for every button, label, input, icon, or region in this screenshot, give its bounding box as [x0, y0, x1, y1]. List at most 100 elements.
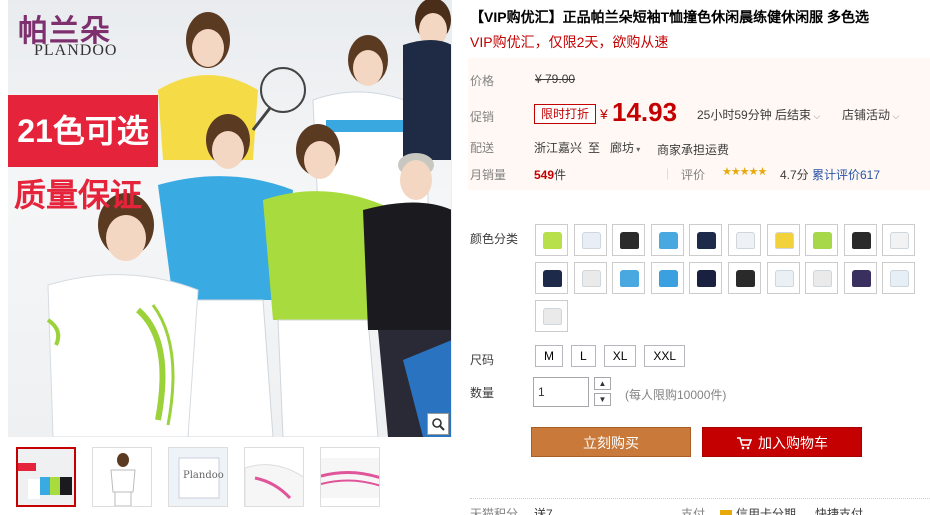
shirt-thumbnail	[581, 232, 601, 249]
sales-label: 月销量	[470, 168, 507, 182]
sales-value: 549	[534, 168, 555, 182]
shirt-thumbnail	[620, 270, 640, 287]
color-swatch[interactable]	[650, 224, 684, 256]
credit-card-icon	[720, 510, 732, 515]
product-subtitle: VIP购优汇，仅限2天，欲购从速	[470, 34, 669, 50]
original-price: ¥ 79.00	[535, 72, 576, 86]
divider: |	[666, 166, 670, 180]
quantity-up-button[interactable]: ▲	[594, 377, 611, 390]
rating-stars-icon: ★★★★★	[722, 166, 767, 178]
buy-now-button[interactable]: 立刻购买	[531, 427, 691, 457]
reviews-link[interactable]: 累计评价617	[812, 166, 880, 183]
size-option[interactable]: XL	[603, 345, 637, 367]
free-shipping-text: 商家承担运费	[657, 143, 730, 157]
thumbnail-3[interactable]: Plandoo	[168, 447, 228, 507]
brand-logo-en: PLANDOO	[34, 42, 118, 59]
current-price: 14.93	[612, 97, 678, 127]
countdown-text: 25小时59分钟 后结束	[697, 108, 812, 122]
color-swatch[interactable]	[882, 224, 916, 256]
size-option[interactable]: M	[535, 345, 563, 367]
color-swatch[interactable]	[843, 262, 877, 294]
color-swatch[interactable]	[612, 224, 646, 256]
color-swatch[interactable]	[612, 262, 646, 294]
color-swatch[interactable]	[766, 224, 800, 256]
shirt-thumbnail	[543, 308, 562, 325]
ship-to-dropdown[interactable]: 廊坊 ▾	[610, 139, 640, 156]
color-swatch[interactable]	[573, 224, 607, 256]
color-swatch[interactable]	[728, 262, 761, 294]
size-options: M L XL XXL	[535, 345, 686, 367]
thumbnail-2[interactable]	[92, 447, 152, 507]
color-swatch[interactable]	[535, 300, 568, 332]
thumbnail-strip: Plandoo	[16, 447, 380, 507]
color-swatch[interactable]	[805, 262, 839, 294]
size-option[interactable]: L	[571, 345, 596, 367]
color-swatch[interactable]	[728, 224, 761, 256]
color-swatch[interactable]	[573, 262, 607, 294]
cart-icon	[737, 437, 753, 450]
thumbnail-1[interactable]	[16, 447, 76, 507]
shop-activity-dropdown[interactable]: 店铺活动 ⌵	[842, 106, 899, 123]
add-to-cart-button[interactable]: 加入购物车	[702, 427, 862, 457]
color-label: 颜色分类	[470, 232, 519, 246]
quantity-down-button[interactable]: ▼	[594, 393, 611, 406]
shirt-thumbnail	[813, 270, 833, 287]
shipping-label: 配送	[470, 141, 495, 155]
color-swatch[interactable]	[650, 262, 684, 294]
bottom-row: 天猫积分 送7 支付 信用卡分期 快捷支付	[470, 498, 930, 515]
rating-label: 评价	[681, 168, 706, 182]
thumbnail-4[interactable]	[244, 447, 304, 507]
currency-symbol: ¥	[600, 106, 608, 122]
color-swatch[interactable]	[805, 224, 839, 256]
promo-quality-text: 质量保证	[14, 177, 143, 213]
credit-installment[interactable]: 信用卡分期	[720, 505, 796, 515]
shirt-thumbnail	[890, 232, 910, 249]
countdown-timer[interactable]: 25小时59分钟 后结束 ⌵	[697, 106, 820, 123]
points-value: 送7	[534, 507, 553, 515]
quantity-label: 数量	[470, 386, 495, 400]
shop-activity-text: 店铺活动	[842, 108, 891, 122]
promo-tag: 限时打折	[534, 104, 597, 124]
price-label: 价格	[470, 74, 495, 88]
shirt-thumbnail	[813, 232, 833, 249]
color-swatch[interactable]	[766, 262, 800, 294]
shirt-thumbnail	[736, 232, 755, 249]
pay-label: 支付	[681, 507, 706, 515]
shirt-thumbnail	[851, 270, 871, 287]
color-swatch[interactable]	[882, 262, 916, 294]
shirt-thumbnail	[890, 270, 910, 287]
shirt-thumbnail	[697, 270, 717, 287]
thumbnail-label: Plandoo	[183, 470, 224, 481]
size-option[interactable]: XXL	[644, 345, 686, 367]
color-swatch[interactable]	[535, 262, 568, 294]
shirt-thumbnail	[658, 232, 678, 249]
color-swatch[interactable]	[535, 224, 568, 256]
main-product-image[interactable]: 帕兰朵 PLANDOO 21色可选 质量保证	[8, 0, 452, 437]
product-info: 【VIP购优汇】正品帕兰朵短袖T恤撞色休闲晨练健休闲服 多色选 VIP购优汇，仅…	[468, 0, 930, 515]
divider: |	[802, 166, 806, 180]
shirt-thumbnail	[581, 270, 601, 287]
models-illustration	[46, 0, 451, 437]
size-label: 尺码	[470, 353, 495, 367]
shirt-thumbnail	[774, 270, 794, 287]
thumbnail-5[interactable]	[320, 447, 380, 507]
product-gallery: 帕兰朵 PLANDOO 21色可选 质量保证 Plandoo	[8, 0, 452, 515]
quick-pay[interactable]: 快捷支付	[815, 505, 863, 515]
points-label: 天猫积分	[470, 507, 519, 515]
color-swatch[interactable]	[689, 262, 723, 294]
color-swatch[interactable]	[843, 224, 877, 256]
add-to-cart-label: 加入购物车	[758, 435, 828, 451]
credit-installment-text: 信用卡分期	[736, 507, 797, 515]
shirt-thumbnail	[851, 232, 871, 249]
quantity-input[interactable]: 1	[533, 377, 589, 407]
caret-down-icon: ▾	[634, 145, 641, 154]
purchase-limit: (每人限购10000件)	[625, 388, 727, 402]
zoom-icon[interactable]	[427, 413, 449, 435]
chevron-down-icon: ⌵	[811, 111, 821, 121]
color-swatch[interactable]	[689, 224, 723, 256]
ship-to-value: 廊坊	[610, 141, 635, 155]
ship-to-word: 至	[588, 141, 601, 155]
shirt-thumbnail	[543, 232, 562, 249]
shirt-thumbnail	[620, 232, 640, 249]
product-title: 【VIP购优汇】正品帕兰朵短袖T恤撞色休闲晨练健休闲服 多色选	[470, 9, 870, 25]
